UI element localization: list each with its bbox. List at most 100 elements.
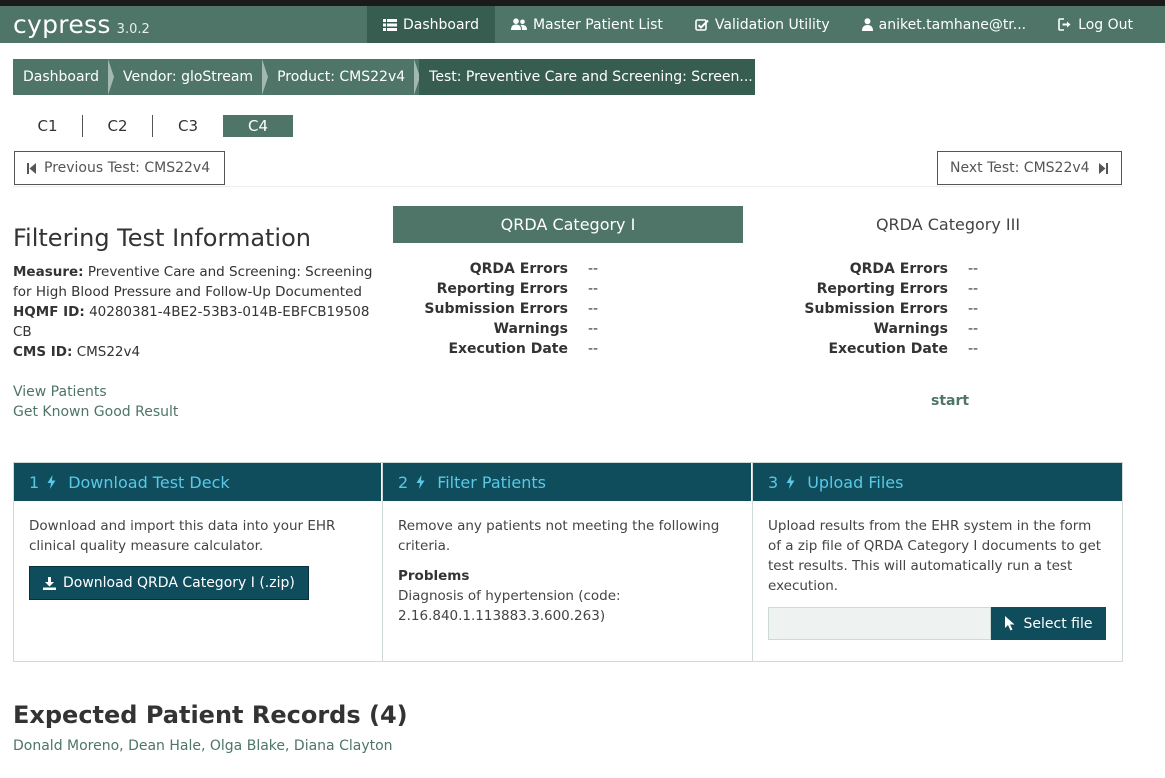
problems-text: Diagnosis of hypertension (code: 2.16.84… xyxy=(398,588,621,624)
nav-dashboard[interactable]: Dashboard xyxy=(367,6,495,43)
step-number: 2 xyxy=(398,472,409,492)
nav-dashboard-label: Dashboard xyxy=(403,16,479,33)
start-link[interactable]: start xyxy=(931,393,969,409)
stat-row: Reporting Errors -- xyxy=(763,279,979,299)
file-path-field[interactable] xyxy=(768,607,991,640)
test-steps: 1 Download Test Deck Download and import… xyxy=(13,462,1123,662)
stat-label: QRDA Errors xyxy=(849,261,948,277)
next-test-button[interactable]: Next Test: CMS22v4 xyxy=(937,151,1122,185)
file-upload: Select file xyxy=(768,607,1107,640)
nav-user-account-label: aniket.tamhane@tr... xyxy=(878,16,1027,33)
stat-value: -- xyxy=(588,281,599,297)
nav-master-patient-list-label: Master Patient List xyxy=(532,16,663,33)
view-patients-link[interactable]: View Patients xyxy=(13,382,178,402)
breadcrumb-vendor[interactable]: Vendor: gloStream xyxy=(113,59,269,95)
tab-c4[interactable]: C4 xyxy=(223,115,293,137)
stat-row: Warnings -- xyxy=(383,319,599,339)
patient-link[interactable]: Olga Blake xyxy=(210,738,285,754)
navbar: cypress 3.0.2 Dashboard Master Patient L… xyxy=(0,6,1165,43)
step-download-body: Download and import this data into your … xyxy=(14,501,382,615)
patient-list: Donald Moreno, Dean Hale, Olga Blake, Di… xyxy=(13,738,393,754)
download-icon xyxy=(43,576,56,590)
step-upload-header: 3 Upload Files xyxy=(753,463,1122,501)
patient-link[interactable]: Dean Hale xyxy=(128,738,201,754)
step-filter-header: 2 Filter Patients xyxy=(383,463,752,501)
step-number: 1 xyxy=(29,472,40,492)
pointer-icon xyxy=(1004,616,1016,631)
step-number: 3 xyxy=(768,472,779,492)
info-links: View Patients Get Known Good Result xyxy=(13,382,178,422)
brand-version: 3.0.2 xyxy=(116,22,150,37)
stat-value: -- xyxy=(968,341,979,357)
step-description: Download and import this data into your … xyxy=(29,518,336,554)
cms-value: CMS22v4 xyxy=(76,344,141,360)
tab-c2[interactable]: C2 xyxy=(83,115,153,137)
select-file-button[interactable]: Select file xyxy=(991,607,1106,640)
brand[interactable]: cypress 3.0.2 xyxy=(13,6,150,43)
step-filter: 2 Filter Patients Remove any patients no… xyxy=(383,462,753,662)
stat-label: Warnings xyxy=(493,321,568,337)
download-qrda-button[interactable]: Download QRDA Category I (.zip) xyxy=(29,566,309,600)
nav-validation-utility[interactable]: Validation Utility xyxy=(679,6,846,43)
download-qrda-label: Download QRDA Category I (.zip) xyxy=(63,575,295,591)
cms-label: CMS ID: xyxy=(13,344,73,360)
stat-row: Reporting Errors -- xyxy=(383,279,599,299)
nav-log-out-label: Log Out xyxy=(1078,16,1133,33)
stat-value: -- xyxy=(968,301,979,317)
tab-c3[interactable]: C3 xyxy=(153,115,223,137)
nav-items: Dashboard Master Patient List Validation… xyxy=(367,6,1149,43)
breadcrumb-dashboard[interactable]: Dashboard xyxy=(13,59,114,95)
measure-info: Measure: Preventive Care and Screening: … xyxy=(13,262,373,362)
list-icon xyxy=(383,18,397,31)
nav-user-account[interactable]: aniket.tamhane@tr... xyxy=(846,6,1042,43)
step-description: Upload results from the EHR system in th… xyxy=(768,518,1102,594)
step-title: Download Test Deck xyxy=(68,472,230,492)
step-upload-body: Upload results from the EHR system in th… xyxy=(753,501,1122,655)
stat-label: Reporting Errors xyxy=(436,281,568,297)
problems-label: Problems xyxy=(398,568,470,584)
stat-label: Submission Errors xyxy=(424,301,568,317)
step-title: Filter Patients xyxy=(437,472,546,492)
qrda-cat3-stats: QRDA Errors -- Reporting Errors -- Submiss… xyxy=(763,259,978,359)
step-backward-icon xyxy=(27,162,36,174)
c-tabs: C1 C2 C3 C4 xyxy=(13,115,293,137)
nav-master-patient-list[interactable]: Master Patient List xyxy=(495,6,679,43)
step-description: Remove any patients not meeting the foll… xyxy=(398,518,720,554)
step-filter-body: Remove any patients not meeting the foll… xyxy=(383,501,752,641)
tab-c1[interactable]: C1 xyxy=(13,115,83,137)
stat-row: QRDA Errors -- xyxy=(383,259,598,279)
nav-log-out[interactable]: Log Out xyxy=(1042,6,1149,43)
check-square-icon xyxy=(695,18,709,32)
step-title: Upload Files xyxy=(807,472,904,492)
patient-link[interactable]: Donald Moreno xyxy=(13,738,119,754)
step-forward-icon xyxy=(1098,162,1108,174)
sign-out-icon xyxy=(1058,18,1072,31)
brand-name: cypress xyxy=(13,10,111,39)
stat-value: -- xyxy=(588,261,599,277)
next-test-label: Next Test: CMS22v4 xyxy=(950,160,1090,176)
bolt-icon xyxy=(47,475,56,489)
breadcrumb-test: Test: Preventive Care and Screening: Scr… xyxy=(419,59,756,95)
stat-row: Submission Errors -- xyxy=(383,299,598,319)
step-upload: 3 Upload Files Upload results from the E… xyxy=(753,462,1123,662)
stat-value: -- xyxy=(588,341,599,357)
users-icon xyxy=(510,18,527,31)
stat-label: Execution Date xyxy=(448,341,568,357)
stat-value: -- xyxy=(588,301,599,317)
select-file-label: Select file xyxy=(1023,615,1093,632)
previous-test-button[interactable]: Previous Test: CMS22v4 xyxy=(14,151,225,185)
user-icon xyxy=(861,18,873,31)
filtering-title: Filtering Test Information xyxy=(13,224,311,252)
stat-label: Reporting Errors xyxy=(816,281,948,297)
stat-value: -- xyxy=(968,321,979,337)
stat-label: Submission Errors xyxy=(804,301,948,317)
qrda-cat1-stats: QRDA Errors -- Reporting Errors -- Submiss… xyxy=(383,259,598,359)
breadcrumb-product[interactable]: Product: CMS22v4 xyxy=(267,59,421,95)
patient-link[interactable]: Diana Clayton xyxy=(294,738,393,754)
hqmf-label: HQMF ID: xyxy=(13,304,85,320)
stat-label: Warnings xyxy=(873,321,948,337)
stat-value: -- xyxy=(968,261,979,277)
bolt-icon xyxy=(416,475,425,489)
known-good-result-link[interactable]: Get Known Good Result xyxy=(13,402,178,422)
qrda-cat3-header: QRDA Category III xyxy=(875,215,1021,234)
